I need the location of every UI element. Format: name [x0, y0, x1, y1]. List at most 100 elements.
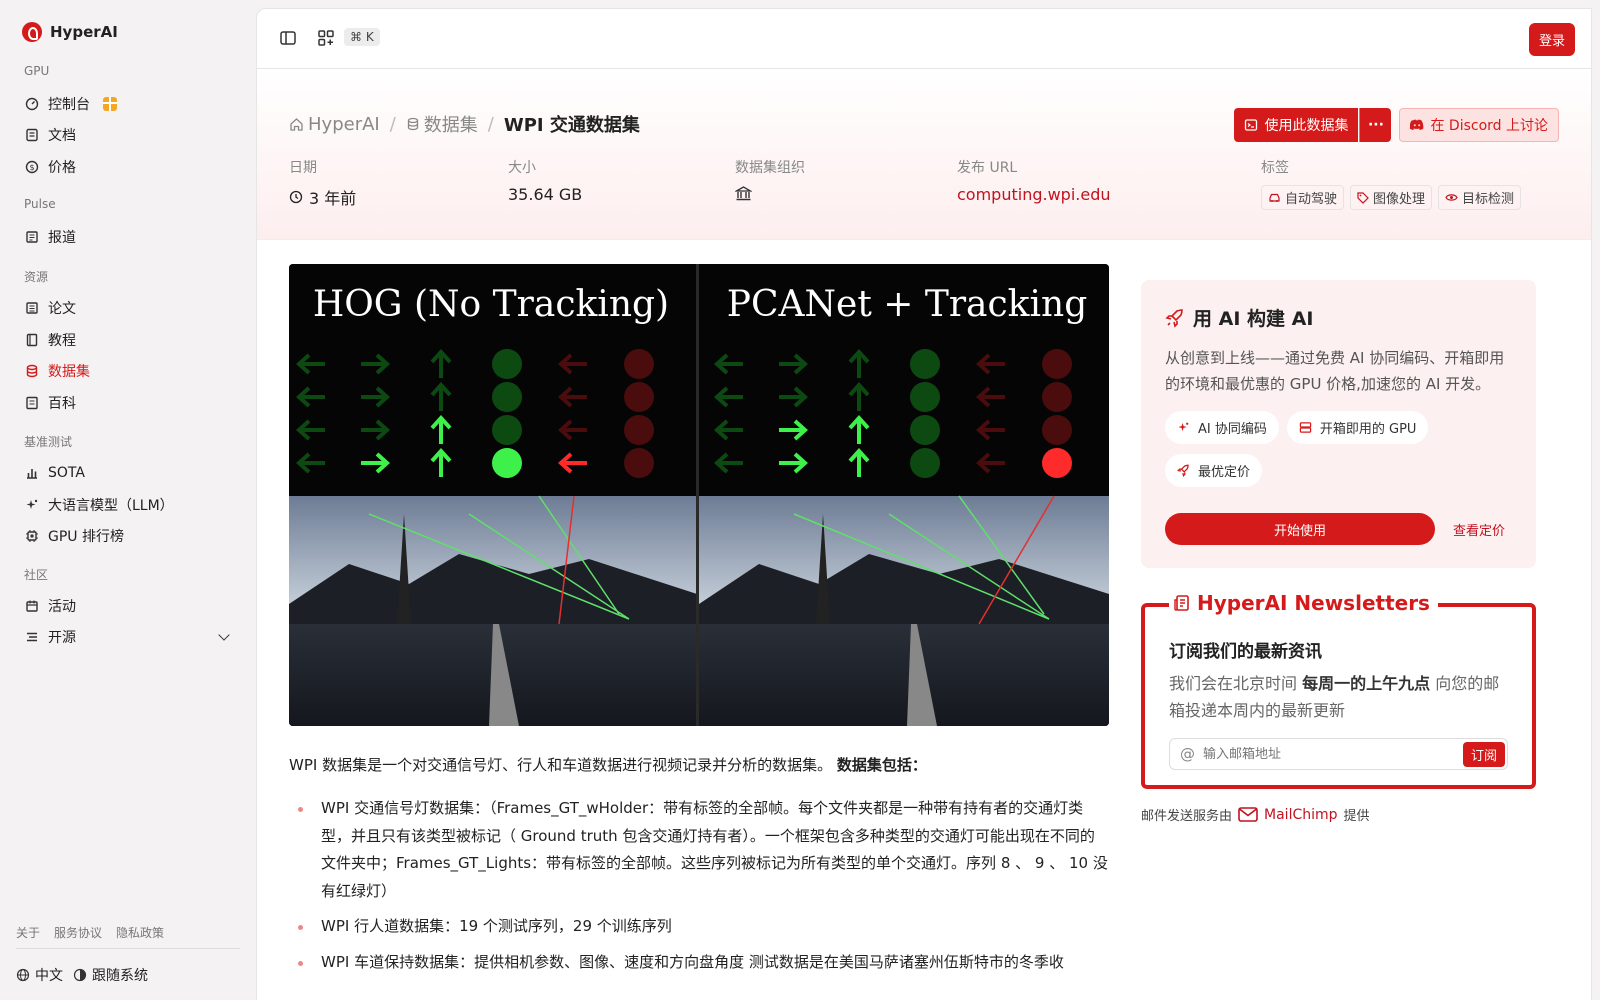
breadcrumb: HyperAI / 数据集 / WPI 交通数据集 [289, 111, 640, 137]
sidebar-item-news[interactable]: 报道 [16, 223, 240, 251]
newsletter-title: HyperAI Newsletters [1169, 591, 1438, 615]
breadcrumb-separator: / [487, 113, 494, 135]
sidebar-item-console[interactable]: 控制台 [16, 90, 240, 118]
mailchimp-link[interactable]: MailChimp [1264, 807, 1338, 823]
sidebar-item-docs[interactable]: 文档 [16, 121, 240, 149]
discord-icon [1410, 119, 1424, 130]
use-dataset-button[interactable]: 使用此数据集 [1234, 108, 1359, 142]
promo-features: AI 协同编码 开箱即用的 GPU 最优定价 [1165, 411, 1512, 487]
terms-link[interactable]: 服务协议 [54, 924, 102, 941]
breadcrumb-home[interactable]: HyperAI [289, 114, 380, 135]
globe-icon [16, 968, 30, 982]
command-shortcut[interactable]: ⌘ K [344, 28, 380, 46]
meta-value [735, 185, 805, 202]
book-icon [25, 333, 39, 347]
get-started-button[interactable]: 开始使用 [1165, 513, 1435, 545]
right-panel-title: PCANet + Tracking [727, 284, 1088, 325]
chip-icon [25, 529, 39, 543]
sidebar-item-wiki[interactable]: 百科 [16, 389, 240, 417]
institution-icon [735, 186, 752, 201]
topbar: ⌘ K 登录 [257, 9, 1591, 69]
light-dot [1042, 448, 1072, 478]
subscribe-button[interactable]: 订阅 [1462, 742, 1505, 767]
sidebar-item-pricing[interactable]: $ 价格 [16, 153, 240, 181]
about-link[interactable]: 关于 [16, 924, 40, 941]
meta-value: 35.64 GB [508, 185, 583, 204]
meta-date: 日期 3 年前 [289, 157, 356, 209]
brand[interactable]: HyperAI [22, 22, 118, 42]
dataset-actions: 使用此数据集 ··· 在 Discord 上讨论 [1234, 108, 1559, 142]
clock-icon [289, 190, 303, 204]
calendar-icon [25, 599, 39, 613]
database-icon [407, 117, 418, 131]
sidebar-bottom: 中文 跟随系统 [16, 965, 148, 985]
dataset-header: HyperAI / 数据集 / WPI 交通数据集 使用此数据集 ··· 在 D… [257, 69, 1591, 240]
tag-item[interactable]: 目标检测 [1438, 185, 1522, 210]
gift-icon [103, 97, 117, 111]
tag-item[interactable]: 图像处理 [1350, 185, 1433, 210]
publish-url-link[interactable]: computing.wpi.edu [957, 185, 1110, 204]
sidebar-item-label: 文档 [48, 128, 76, 144]
newspaper-icon [25, 230, 39, 244]
tag-list: 自动驾驶 图像处理 目标检测 [1261, 185, 1522, 210]
left-panel-title: HOG (No Tracking) [313, 284, 669, 325]
theme-icon [73, 968, 87, 982]
sidebar-item-datasets[interactable]: 数据集 [16, 357, 240, 385]
document-icon [25, 128, 39, 142]
chevron-down-icon[interactable] [218, 629, 230, 641]
page-title: WPI 交通数据集 [503, 115, 640, 136]
rocket-icon [1177, 464, 1189, 477]
language-label: 中文 [35, 968, 63, 984]
dataset-preview-image: HOG (No Tracking) PCANet + Tracking [289, 264, 1109, 726]
main-panel: ⌘ K 登录 HyperAI / 数据集 / WPI 交通数据集 使用此数据集 … [256, 8, 1592, 1000]
view-pricing-link[interactable]: 查看定价 [1453, 520, 1505, 539]
newsletter-box: HyperAI Newsletters 订阅我们的最新资讯 我们会在北京时间 每… [1141, 591, 1536, 789]
light-dot [492, 349, 522, 379]
light-dot [910, 349, 940, 379]
dataset-intro: WPI 数据集是一个对交通信号灯、行人和车道数据进行视频记录并分析的数据集。 数… [289, 756, 927, 774]
privacy-link[interactable]: 隐私政策 [116, 924, 164, 941]
server-icon [1299, 422, 1312, 433]
language-switch[interactable]: 中文 [16, 965, 63, 985]
apps-grid-icon[interactable] [317, 29, 335, 47]
sidebar-item-llm[interactable]: 大语言模型（LLM） [16, 491, 240, 519]
sidebar-item-tutorials[interactable]: 教程 [16, 326, 240, 354]
discord-button[interactable]: 在 Discord 上讨论 [1399, 108, 1559, 142]
light-dot [1042, 382, 1072, 412]
sparkle-icon [25, 498, 39, 512]
more-options-button[interactable]: ··· [1359, 108, 1392, 142]
sidebar-toggle-icon[interactable] [279, 29, 297, 47]
sidebar-item-label: 百科 [48, 396, 76, 412]
meta-label: 大小 [508, 160, 536, 176]
section-community: 社区 [24, 568, 49, 582]
feature-pill: 最优定价 [1165, 454, 1263, 487]
login-button[interactable]: 登录 [1528, 23, 1575, 56]
sparkle-icon [1178, 422, 1189, 432]
meta-org: 数据集组织 [735, 157, 805, 202]
database-icon [25, 364, 39, 378]
promo-title: 用 AI 构建 AI [1165, 304, 1512, 331]
email-input[interactable] [1203, 746, 1443, 762]
light-dot [910, 448, 940, 478]
sidebar-item-gpu-rank[interactable]: GPU 排行榜 [16, 522, 240, 550]
traffic-light-comparison: HOG (No Tracking) PCANet + Tracking [289, 264, 1109, 726]
light-dot [492, 415, 522, 445]
sidebar-item-papers[interactable]: 论文 [16, 294, 240, 322]
sidebar-divider [16, 948, 240, 949]
email-input-group: @ 订阅 [1169, 738, 1508, 770]
newsletter-heading: 订阅我们的最新资讯 [1169, 642, 1322, 662]
sidebar-item-label: 教程 [48, 333, 76, 349]
feature-pill: 开箱即用的 GPU [1286, 411, 1429, 444]
sidebar-item-label: 活动 [48, 599, 76, 615]
meta-label: 标签 [1261, 160, 1289, 176]
light-dot [624, 415, 654, 445]
theme-switch[interactable]: 跟随系统 [73, 965, 148, 985]
tag-item[interactable]: 自动驾驶 [1261, 185, 1345, 210]
newsletter-icon [1174, 595, 1189, 611]
breadcrumb-datasets[interactable]: 数据集 [406, 111, 478, 137]
svg-text:$: $ [29, 163, 34, 172]
sidebar-item-sota[interactable]: SOTA [16, 459, 240, 487]
light-dot [624, 349, 654, 379]
sidebar-item-open-source[interactable]: 开源 [16, 623, 240, 651]
sidebar-item-events[interactable]: 活动 [16, 592, 240, 620]
